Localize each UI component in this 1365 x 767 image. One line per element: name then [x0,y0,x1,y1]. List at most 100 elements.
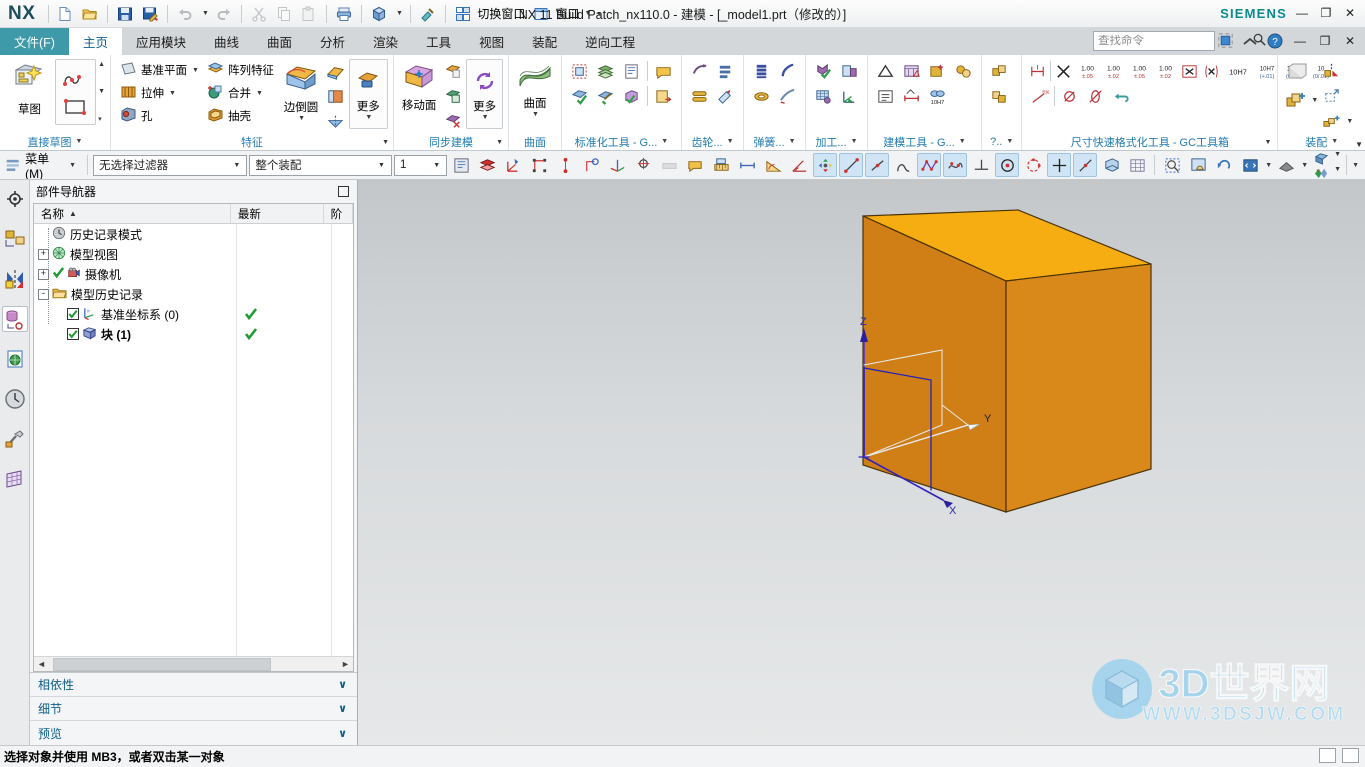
web-browser-icon[interactable] [2,346,28,372]
unite-button[interactable]: 合并 ▼ [203,82,280,104]
display-style-icon[interactable] [1310,166,1332,180]
new-file-icon[interactable] [53,3,77,25]
extrude-button[interactable]: 拉伸 ▼ [116,82,202,104]
feature-checkbox[interactable] [67,328,79,340]
hole-button[interactable]: 孔 [116,105,202,127]
gc-part-icon[interactable] [619,84,644,108]
tol-preset-1-icon[interactable]: 1.00 ±.05 [1075,59,1100,83]
mirror-feature-icon[interactable] [323,109,348,133]
assembly-navigator-icon[interactable] [2,186,28,212]
panel-preview[interactable]: 预览 ∨ [30,721,357,745]
assembly-constraint-icon[interactable] [1319,59,1344,83]
work-layer-combo[interactable]: 1 ▼ [394,154,448,176]
collapse-ribbon-icon[interactable] [1239,30,1261,51]
history-icon[interactable] [2,386,28,412]
selection-scope-dropdown-icon[interactable]: ▼ [374,162,389,169]
tab-assemblies[interactable]: 装配 [518,28,571,55]
shell-button[interactable]: 抽壳 [203,105,280,127]
clear-tol-icon[interactable] [1053,59,1074,83]
full-screen-icon[interactable] [1214,30,1236,51]
doc-restore-button[interactable]: ❐ [1314,31,1336,51]
tab-home[interactable]: 主页 [68,28,122,55]
point-set-icon[interactable] [527,153,551,177]
model-display[interactable]: Z X Y [358,180,1365,740]
close-button[interactable]: ✕ [1339,3,1361,23]
expand-icon[interactable]: + [38,248,49,260]
fit-10h7-icon[interactable]: 10H7 [1223,59,1253,83]
cut-icon[interactable] [247,3,271,25]
save-icon[interactable] [113,3,137,25]
datum-axis-icon[interactable] [1073,153,1098,177]
column-header-stage[interactable]: 阶 [324,204,353,223]
reverse-dim-icon[interactable] [1109,84,1134,108]
standardization-dialog-launcher-icon[interactable]: ▼ [661,138,668,145]
spring-dialog-launcher-icon[interactable]: ▼ [789,138,796,145]
layer-settings-icon[interactable] [449,153,473,177]
line-icon[interactable] [839,153,864,177]
tree-row-history-mode[interactable]: 历史记录模式 [34,224,353,244]
draft-icon[interactable] [323,59,348,83]
column-header-name[interactable]: 名称 ▲ [34,204,231,223]
studio-spline-icon[interactable] [943,153,968,177]
assembly-dialog-launcher-icon[interactable]: ▼ [1331,138,1338,145]
spline-icon[interactable] [917,153,942,177]
tab-render[interactable]: 渲染 [359,28,412,55]
render-style-icon[interactable] [367,3,391,25]
undo-dropdown-icon[interactable]: ▼ [198,3,211,25]
feature-checkbox[interactable] [67,308,79,320]
fit-window-icon[interactable] [1238,153,1262,177]
modeling-tools-dialog-launcher-icon[interactable]: ▼ [959,138,966,145]
switch-window-label[interactable]: 切换窗口 [476,5,528,22]
machining-csys-icon[interactable] [837,84,862,108]
move-face-button[interactable]: 移动面 [399,59,439,114]
undo-icon[interactable] [173,3,197,25]
graphics-viewport[interactable]: Z X Y 3D世界网 WWW.3DSJW.COM [358,180,1365,745]
trim-body-icon[interactable] [323,84,348,108]
circle-center-icon[interactable] [995,153,1020,177]
gc-list-icon[interactable] [619,59,644,83]
tab-curve[interactable]: 曲线 [200,28,253,55]
point-icon[interactable] [1047,153,1072,177]
diameter-symbol-icon[interactable] [1057,84,1082,108]
gc-export-icon[interactable] [651,84,676,108]
dimension-style-icon[interactable] [735,153,759,177]
gc-layer-icon[interactable] [593,59,618,83]
tab-analysis[interactable]: 分析 [306,28,359,55]
surface-dropdown-icon[interactable]: ▼ [532,111,539,118]
tab-reverse-engineering[interactable]: 逆向工程 [571,28,649,55]
worm-gear-icon[interactable] [687,84,712,108]
help-icon[interactable]: ? [1264,30,1286,51]
surface-button[interactable]: 曲面 ▼ [514,59,556,119]
measure-angle-icon[interactable] [787,153,811,177]
pattern-component-dropdown-icon[interactable]: ▼ [1346,118,1353,125]
orient-view-icon[interactable] [1310,151,1332,165]
line-2-icon[interactable] [865,153,890,177]
point-constructor-icon[interactable] [501,153,525,177]
linear-dimension-icon[interactable] [709,153,733,177]
menu-button[interactable]: 菜单(M) ▼ [2,152,82,179]
table-icon[interactable] [899,59,924,83]
minimize-button[interactable]: — [1291,3,1313,23]
selection-scope-combo[interactable]: 整个装配 ▼ [249,154,393,176]
delete-face-icon[interactable] [440,109,465,133]
tab-file[interactable]: 文件(F) [0,28,69,55]
pattern-feature-button[interactable]: 阵列特征 [203,59,280,81]
gc-note-icon[interactable] [651,59,676,83]
assembly-explode-icon[interactable] [1283,59,1313,87]
open-file-icon[interactable] [78,3,102,25]
datum-plane-button[interactable]: 基准平面 ▼ [116,59,202,81]
selection-filter-combo[interactable]: 无选择过滤器 ▼ [93,154,248,176]
menu-dropdown-icon[interactable]: ▼ [69,162,76,169]
cylindrical-spring-icon[interactable] [749,59,774,83]
unite-dropdown-icon[interactable]: ▼ [256,90,263,97]
machining-setup-icon[interactable] [837,59,862,83]
panel-details[interactable]: 细节 ∨ [30,697,357,721]
tree-row-cameras[interactable]: + 摄像机 [34,264,353,284]
rotate-icon[interactable] [1212,153,1236,177]
tree-row-block[interactable]: 块 (1) [34,324,353,344]
command-search-box[interactable] [1093,31,1266,51]
pattern-component-icon[interactable] [1319,109,1344,133]
leader-style-icon[interactable]: R|Ø [1027,84,1052,108]
machining-grid-icon[interactable] [811,84,836,108]
status-indicator-1-icon[interactable] [1319,748,1336,763]
